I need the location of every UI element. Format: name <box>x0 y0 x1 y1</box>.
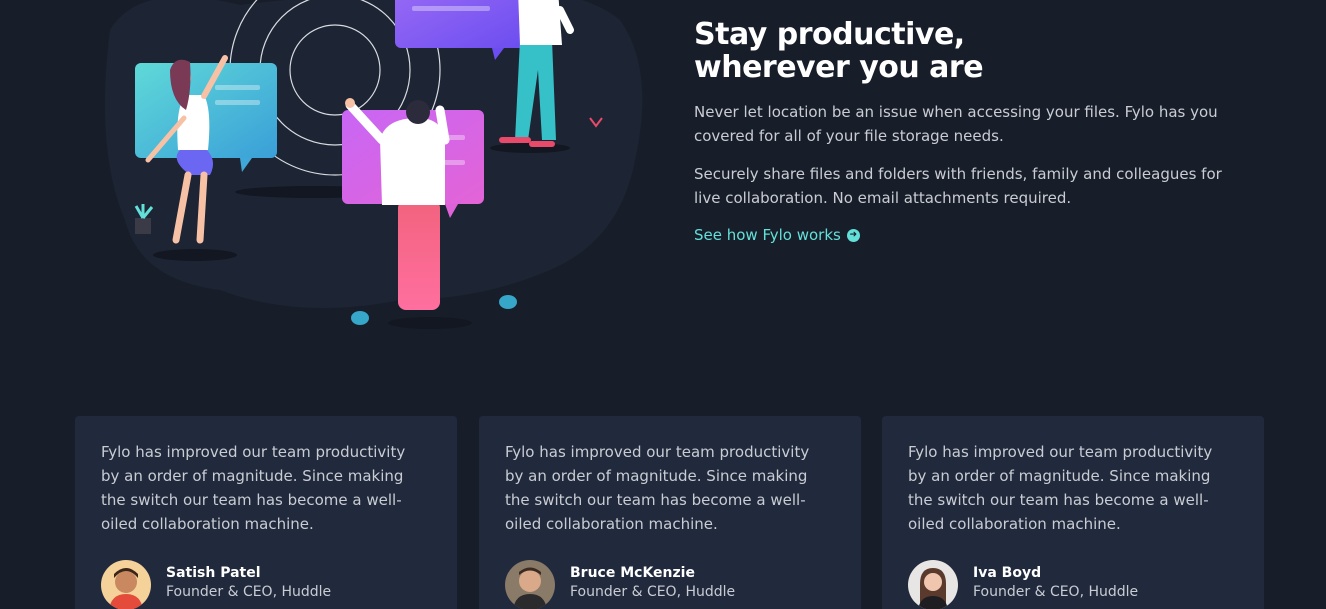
arrow-circle-icon: ➜ <box>846 228 860 242</box>
testimonial-author: Satish Patel Founder & CEO, Huddle <box>101 560 331 609</box>
author-role: Founder & CEO, Huddle <box>570 584 736 600</box>
author-name: Iva Boyd <box>973 565 1042 581</box>
author-name: Bruce McKenzie <box>570 565 695 581</box>
avatar <box>101 560 151 609</box>
productivity-illustration <box>100 0 660 340</box>
see-how-link-label: See how Fylo works <box>694 226 841 244</box>
avatar <box>505 560 555 609</box>
author-name: Satish Patel <box>166 565 261 581</box>
testimonial-card: Fylo has improved our team productivity … <box>479 416 861 609</box>
author-role: Founder & CEO, Huddle <box>166 584 332 600</box>
testimonial-card: Fylo has improved our team productivity … <box>882 416 1264 609</box>
intro-paragraph: Never let location be an issue when acce… <box>694 103 1218 145</box>
testimonial-quote: Fylo has improved our team productivity … <box>101 443 406 533</box>
author-role: Founder & CEO, Huddle <box>973 584 1139 600</box>
avatar <box>908 560 958 609</box>
headline-line-2: wherever you are <box>694 50 984 85</box>
testimonial-author: Iva Boyd Founder & CEO, Huddle <box>908 560 1138 609</box>
see-how-link[interactable]: See how Fylo works ➜ <box>694 226 860 245</box>
headline-line-1: Stay productive, <box>694 17 965 52</box>
productive-section: Stay productive, wherever you are Never … <box>694 18 1234 245</box>
share-paragraph: Securely share files and folders with fr… <box>694 165 1222 207</box>
section-headline: Stay productive, wherever you are <box>694 18 1234 84</box>
testimonial-author: Bruce McKenzie Founder & CEO, Huddle <box>505 560 735 609</box>
testimonial-quote: Fylo has improved our team productivity … <box>505 443 810 533</box>
testimonials-section: Fylo has improved our team productivity … <box>75 416 1265 609</box>
testimonial-quote: Fylo has improved our team productivity … <box>908 443 1213 533</box>
testimonial-card: Fylo has improved our team productivity … <box>75 416 457 609</box>
